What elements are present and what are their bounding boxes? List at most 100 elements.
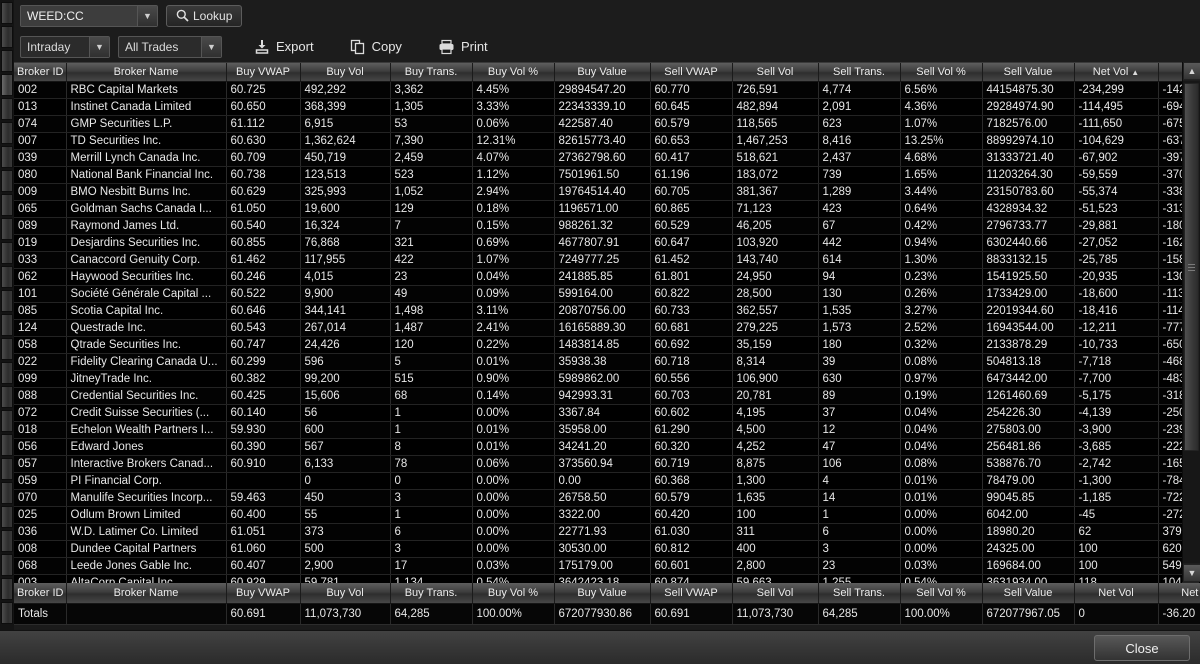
column-header-broker-name[interactable]: Broker Name — [66, 583, 227, 604]
vertical-scrollbar[interactable]: ▲ ▼ — [1182, 62, 1200, 582]
column-header-buy-vol[interactable]: Buy Vol — [300, 583, 391, 604]
cell-sell-vwap: 60.601 — [650, 557, 733, 575]
table-row[interactable]: 022 Fidelity Clearing Canada U... 60.299 59… — [14, 353, 1200, 371]
scroll-up-button[interactable]: ▲ — [1183, 62, 1200, 80]
column-header-buy-trans[interactable]: Buy Trans. — [390, 583, 473, 604]
rail-tab-1[interactable] — [1, 2, 13, 24]
rail-tab-22[interactable] — [1, 506, 13, 528]
period-select[interactable]: Intraday ▼ — [20, 35, 110, 58]
table-row[interactable]: 085 Scotia Capital Inc. 60.646 344,141 1,498… — [14, 302, 1200, 320]
column-header-sell-trans[interactable]: Sell Trans. — [818, 583, 901, 604]
table-row[interactable]: 036 W.D. Latimer Co. Limited 61.051 373 6 0.0… — [14, 523, 1200, 541]
table-row[interactable]: 070 Manulife Securities Incorp... 59.463 45… — [14, 489, 1200, 507]
column-header-buy-value[interactable]: Buy Value — [554, 63, 651, 82]
column-header-sell-vol[interactable]: Sell Vol — [732, 63, 819, 82]
column-header-net-vol[interactable]: Net Vol — [1074, 583, 1159, 604]
table-row[interactable]: 033 Canaccord Genuity Corp. 61.462 117,955 4… — [14, 251, 1200, 269]
rail-tab-26[interactable] — [1, 602, 13, 624]
column-header-sell-vol[interactable]: Sell Vol % — [900, 63, 983, 82]
column-header-broker-id[interactable]: Broker ID — [14, 63, 67, 82]
scrollbar-track[interactable] — [1183, 81, 1200, 563]
table-row[interactable]: 007 TD Securities Inc. 60.630 1,362,624 7,39… — [14, 132, 1200, 150]
chevron-down-icon[interactable]: ▼ — [89, 36, 109, 57]
column-header-sell-vol[interactable]: Sell Vol — [732, 583, 819, 604]
rail-tab-11[interactable] — [1, 242, 13, 264]
rail-tab-21[interactable] — [1, 482, 13, 504]
column-header-buy-vol[interactable]: Buy Vol % — [472, 63, 555, 82]
rail-tab-7[interactable] — [1, 146, 13, 168]
table-row[interactable]: 072 Credit Suisse Securities (... 60.140 56… — [14, 404, 1200, 422]
trades-filter-select[interactable]: All Trades ▼ — [118, 35, 222, 58]
table-row[interactable]: 002 RBC Capital Markets 60.725 492,292 3,362… — [14, 81, 1200, 99]
column-header-buy-value[interactable]: Buy Value — [554, 583, 651, 604]
table-row[interactable]: 058 Qtrade Securities Inc. 60.747 24,426 120… — [14, 336, 1200, 354]
column-header-sell-vol[interactable]: Sell Vol % — [900, 583, 983, 604]
cell-buy-trans: 3 — [390, 540, 473, 558]
column-header-broker-name[interactable]: Broker Name — [66, 63, 227, 82]
table-row[interactable]: 124 Questrade Inc. 60.543 267,014 1,487 2.41%… — [14, 319, 1200, 337]
column-header-net-vol[interactable]: Net Vol ▲ — [1074, 63, 1159, 82]
column-header-broker-id[interactable]: Broker ID — [14, 583, 67, 604]
table-row[interactable]: 101 Société Générale Capital ... 60.522 9,9… — [14, 285, 1200, 303]
chevron-down-icon[interactable]: ▼ — [137, 5, 157, 26]
rail-tab-17[interactable] — [1, 386, 13, 408]
column-header-net-value[interactable]: Net Value — [1158, 583, 1200, 604]
column-header-sell-trans[interactable]: Sell Trans. — [818, 63, 901, 82]
column-header-buy-vwap[interactable]: Buy VWAP — [226, 63, 301, 82]
rail-tab-25[interactable] — [1, 578, 13, 600]
table-row[interactable]: 080 National Bank Financial Inc. 60.738 123… — [14, 166, 1200, 184]
rail-tab-16[interactable] — [1, 362, 13, 384]
table-row[interactable]: 008 Dundee Capital Partners 61.060 500 3 0.00… — [14, 540, 1200, 558]
column-header-buy-vol[interactable]: Buy Vol % — [472, 583, 555, 604]
rail-tab-12[interactable] — [1, 266, 13, 288]
column-header-buy-vwap[interactable]: Buy VWAP — [226, 583, 301, 604]
table-row[interactable]: 025 Odlum Brown Limited 60.400 55 1 0.00% 3322… — [14, 506, 1200, 524]
scrollbar-thumb[interactable] — [1184, 83, 1199, 451]
table-row[interactable]: 059 PI Financial Corp. 0 0 0.00% 0.00 60.368 1,… — [14, 472, 1200, 490]
table-row[interactable]: 074 GMP Securities L.P. 61.112 6,915 53 0.06%… — [14, 115, 1200, 133]
rail-tab-8[interactable] — [1, 170, 13, 192]
chevron-down-icon[interactable]: ▼ — [201, 36, 221, 57]
table-row[interactable]: 019 Desjardins Securities Inc. 60.855 76,86… — [14, 234, 1200, 252]
rail-tab-9[interactable] — [1, 194, 13, 216]
table-row[interactable]: 018 Echelon Wealth Partners I... 59.930 600… — [14, 421, 1200, 439]
rail-tab-19[interactable] — [1, 434, 13, 456]
rail-tab-24[interactable] — [1, 554, 13, 576]
rail-tab-14[interactable] — [1, 314, 13, 336]
table-row[interactable]: 009 BMO Nesbitt Burns Inc. 60.629 325,993 1,… — [14, 183, 1200, 201]
table-row[interactable]: 099 JitneyTrade Inc. 60.382 99,200 515 0.90% 5… — [14, 370, 1200, 388]
rail-tab-18[interactable] — [1, 410, 13, 432]
table-row[interactable]: 013 Instinet Canada Limited 60.650 368,399 1… — [14, 98, 1200, 116]
column-header-sell-vwap[interactable]: Sell VWAP — [650, 583, 733, 604]
rail-tab-10[interactable] — [1, 218, 13, 240]
table-row[interactable]: 039 Merrill Lynch Canada Inc. 60.709 450,71… — [14, 149, 1200, 167]
column-header-sell-value[interactable]: Sell Value — [982, 63, 1075, 82]
rail-tab-3[interactable] — [1, 50, 13, 72]
rail-tab-15[interactable] — [1, 338, 13, 360]
table-row[interactable]: 062 Haywood Securities Inc. 60.246 4,015 23 0… — [14, 268, 1200, 286]
table-row[interactable]: 088 Credential Securities Inc. 60.425 15,60… — [14, 387, 1200, 405]
column-header-sell-value[interactable]: Sell Value — [982, 583, 1075, 604]
copy-button[interactable]: Copy — [346, 35, 406, 59]
rail-tab-13[interactable] — [1, 290, 13, 312]
symbol-select[interactable]: WEED:CC ▼ — [20, 4, 158, 27]
table-row[interactable]: 068 Leede Jones Gable Inc. 60.407 2,900 17 0.… — [14, 557, 1200, 575]
print-button[interactable]: Print — [434, 35, 492, 59]
column-header-buy-trans[interactable]: Buy Trans. — [390, 63, 473, 82]
rail-tab-20[interactable] — [1, 458, 13, 480]
export-button[interactable]: Export — [250, 35, 318, 59]
rail-tab-2[interactable] — [1, 26, 13, 48]
table-row[interactable]: 065 Goldman Sachs Canada I... 61.050 19,600… — [14, 200, 1200, 218]
scroll-down-button[interactable]: ▼ — [1183, 564, 1200, 582]
lookup-button[interactable]: Lookup — [166, 4, 243, 27]
rail-tab-6[interactable] — [1, 122, 13, 144]
close-button[interactable]: Close — [1094, 635, 1190, 661]
column-header-buy-vol[interactable]: Buy Vol — [300, 63, 391, 82]
table-row[interactable]: 089 Raymond James Ltd. 60.540 16,324 7 0.15% 9… — [14, 217, 1200, 235]
table-row[interactable]: 056 Edward Jones 60.390 567 8 0.01% 34241.20 60… — [14, 438, 1200, 456]
table-row[interactable]: 057 Interactive Brokers Canad... 60.910 6,1… — [14, 455, 1200, 473]
rail-tab-5[interactable] — [1, 98, 13, 120]
rail-tab-4[interactable] — [1, 74, 13, 96]
column-header-sell-vwap[interactable]: Sell VWAP — [650, 63, 733, 82]
rail-tab-23[interactable] — [1, 530, 13, 552]
